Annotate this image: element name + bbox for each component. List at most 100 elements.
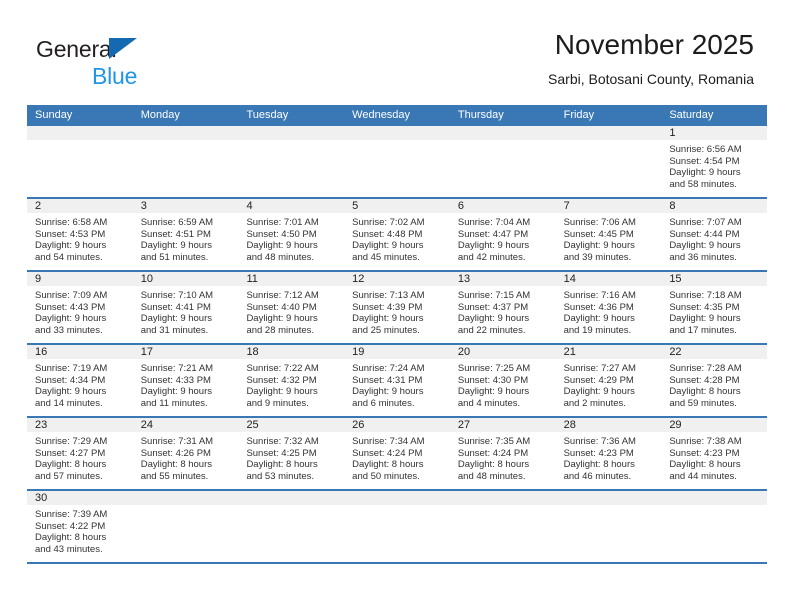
sunset-text: Sunset: 4:48 PM bbox=[352, 228, 423, 240]
page-title: November 2025 bbox=[554, 29, 754, 60]
daylight-text: and 58 minutes. bbox=[669, 178, 737, 190]
daylight-text: and 46 minutes. bbox=[563, 470, 632, 482]
daylight-text: and 22 minutes. bbox=[457, 324, 526, 336]
calendar-day-cell[interactable]: 8 Sunrise: 7:07 AM Sunset: 4:44 PM Daylight… bbox=[661, 199, 768, 270]
daylight-text: and 43 minutes. bbox=[35, 543, 103, 555]
calendar-day-cell-empty bbox=[555, 491, 662, 562]
sunset-text: Sunset: 4:25 PM bbox=[246, 447, 317, 459]
sunrise-text: Sunrise: 7:32 AM bbox=[246, 436, 319, 447]
calendar-day-cell[interactable]: 28 Sunrise: 7:36 AM Sunset: 4:23 PM Dayligh… bbox=[555, 418, 662, 489]
day-number: 25 bbox=[238, 418, 345, 433]
calendar-day-cell[interactable]: 27 Sunrise: 7:35 AM Sunset: 4:24 PM Dayligh… bbox=[449, 418, 556, 489]
calendar-day-cell[interactable]: 23 Sunrise: 7:29 AM Sunset: 4:27 PM Dayligh… bbox=[27, 418, 133, 489]
calendar-day-cell-empty bbox=[344, 126, 450, 197]
calendar-day-cell[interactable]: 18 Sunrise: 7:22 AM Sunset: 4:32 PM Dayligh… bbox=[238, 345, 345, 416]
day-number bbox=[449, 491, 556, 506]
daylight-text: and 48 minutes. bbox=[246, 251, 315, 263]
sunset-text: Sunset: 4:31 PM bbox=[352, 374, 423, 386]
calendar-day-cell[interactable]: 4 Sunrise: 7:01 AM Sunset: 4:50 PM Daylight… bbox=[238, 199, 345, 270]
sunset-text: Sunset: 4:22 PM bbox=[35, 520, 106, 532]
daylight-text: and 59 minutes. bbox=[669, 397, 737, 409]
calendar-day-cell[interactable]: 5 Sunrise: 7:02 AM Sunset: 4:48 PM Daylight… bbox=[344, 199, 450, 270]
daylight-text: and 54 minutes. bbox=[35, 251, 103, 263]
calendar-day-cell[interactable]: 12 Sunrise: 7:13 AM Sunset: 4:39 PM Dayligh… bbox=[344, 272, 450, 343]
calendar-day-cell[interactable]: 3 Sunrise: 6:59 AM Sunset: 4:51 PM Daylight… bbox=[132, 199, 239, 270]
day-sun-info bbox=[661, 506, 767, 509]
sunrise-text: Sunrise: 7:12 AM bbox=[246, 290, 319, 301]
page-header: General Blue November 2025 Sarbi, Botosa… bbox=[0, 0, 792, 104]
sunrise-text: Sunrise: 7:35 AM bbox=[457, 436, 531, 447]
daylight-text: Daylight: 9 hours bbox=[457, 240, 530, 252]
calendar-day-cell[interactable]: 17 Sunrise: 7:21 AM Sunset: 4:33 PM Dayligh… bbox=[132, 345, 239, 416]
calendar-day-cell[interactable]: 10 Sunrise: 7:10 AM Sunset: 4:41 PM Dayligh… bbox=[132, 272, 239, 343]
daylight-text: and 57 minutes. bbox=[35, 470, 103, 482]
daylight-text: Daylight: 9 hours bbox=[669, 240, 741, 252]
daylight-text: and 14 minutes. bbox=[35, 397, 103, 409]
calendar-day-cell-empty bbox=[238, 491, 345, 562]
calendar-day-cell[interactable]: 15 Sunrise: 7:18 AM Sunset: 4:35 PM Dayligh… bbox=[661, 272, 768, 343]
day-number bbox=[449, 126, 556, 141]
calendar-day-cell[interactable]: 9 Sunrise: 7:09 AM Sunset: 4:43 PM Daylight… bbox=[27, 272, 133, 343]
sunrise-text: Sunrise: 7:24 AM bbox=[352, 363, 425, 374]
calendar-day-cell[interactable]: 22 Sunrise: 7:28 AM Sunset: 4:28 PM Dayligh… bbox=[661, 345, 768, 416]
daylight-text: and 48 minutes. bbox=[457, 470, 526, 482]
day-sun-info bbox=[238, 141, 344, 144]
day-sun-info: Sunrise: 7:39 AM Sunset: 4:22 PM Daylight:… bbox=[27, 506, 133, 555]
sunrise-text: Sunrise: 7:06 AM bbox=[563, 217, 636, 228]
sunset-text: Sunset: 4:39 PM bbox=[352, 301, 423, 313]
daylight-text: Daylight: 9 hours bbox=[457, 386, 530, 398]
calendar-day-cell[interactable]: 25 Sunrise: 7:32 AM Sunset: 4:25 PM Dayligh… bbox=[238, 418, 345, 489]
sunset-text: Sunset: 4:51 PM bbox=[140, 228, 211, 240]
daylight-text: and 2 minutes. bbox=[563, 397, 626, 409]
logo-word-blue: Blue bbox=[92, 63, 138, 89]
calendar-day-cell[interactable]: 29 Sunrise: 7:38 AM Sunset: 4:23 PM Dayligh… bbox=[661, 418, 768, 489]
sunrise-text: Sunrise: 7:13 AM bbox=[352, 290, 425, 301]
calendar-day-cell[interactable]: 30 Sunrise: 7:39 AM Sunset: 4:22 PM Dayligh… bbox=[27, 491, 133, 562]
sunrise-text: Sunrise: 6:56 AM bbox=[669, 144, 742, 155]
calendar-week-row: 23 Sunrise: 7:29 AM Sunset: 4:27 PM Dayligh… bbox=[27, 416, 768, 489]
calendar-day-cell[interactable]: 16 Sunrise: 7:19 AM Sunset: 4:34 PM Dayligh… bbox=[27, 345, 133, 416]
calendar-day-cell[interactable]: 11 Sunrise: 7:12 AM Sunset: 4:40 PM Dayligh… bbox=[238, 272, 345, 343]
sunset-text: Sunset: 4:29 PM bbox=[563, 374, 634, 386]
calendar-day-cell[interactable]: 14 Sunrise: 7:16 AM Sunset: 4:36 PM Dayligh… bbox=[555, 272, 662, 343]
day-number: 7 bbox=[555, 199, 662, 214]
weekday-monday: Monday bbox=[140, 109, 180, 121]
sunset-text: Sunset: 4:28 PM bbox=[669, 374, 740, 386]
sunset-text: Sunset: 4:24 PM bbox=[457, 447, 529, 459]
sunrise-text: Sunrise: 7:28 AM bbox=[669, 363, 742, 374]
day-sun-info bbox=[133, 141, 239, 144]
calendar-day-cell[interactable]: 26 Sunrise: 7:34 AM Sunset: 4:24 PM Dayligh… bbox=[344, 418, 450, 489]
calendar-day-cell-empty bbox=[132, 126, 239, 197]
sunrise-text: Sunrise: 7:21 AM bbox=[140, 363, 214, 374]
daylight-text: and 55 minutes. bbox=[140, 470, 209, 482]
day-sun-info bbox=[344, 141, 450, 144]
calendar-page: General Blue November 2025 Sarbi, Botosa… bbox=[0, 0, 792, 612]
sunset-text: Sunset: 4:32 PM bbox=[246, 374, 317, 386]
sunset-text: Sunset: 4:26 PM bbox=[140, 447, 211, 459]
day-sun-info: Sunrise: 7:27 AM Sunset: 4:29 PM Daylight:… bbox=[556, 360, 662, 409]
day-sun-info: Sunrise: 6:58 AM Sunset: 4:53 PM Daylight:… bbox=[27, 214, 133, 263]
day-sun-info: Sunrise: 7:22 AM Sunset: 4:32 PM Daylight:… bbox=[238, 360, 344, 409]
calendar-day-cell[interactable]: 6 Sunrise: 7:04 AM Sunset: 4:47 PM Daylight… bbox=[449, 199, 556, 270]
sunrise-text: Sunrise: 7:22 AM bbox=[246, 363, 319, 374]
day-sun-info: Sunrise: 7:19 AM Sunset: 4:34 PM Daylight:… bbox=[27, 360, 133, 409]
calendar-day-cell[interactable]: 24 Sunrise: 7:31 AM Sunset: 4:26 PM Dayligh… bbox=[132, 418, 239, 489]
calendar-day-cell[interactable]: 20 Sunrise: 7:25 AM Sunset: 4:30 PM Dayligh… bbox=[449, 345, 556, 416]
day-sun-info: Sunrise: 7:25 AM Sunset: 4:30 PM Daylight:… bbox=[450, 360, 556, 409]
calendar-day-cell[interactable]: 2 Sunrise: 6:58 AM Sunset: 4:53 PM Daylight… bbox=[27, 199, 133, 270]
daylight-text: Daylight: 9 hours bbox=[246, 386, 318, 398]
calendar-day-cell[interactable]: 1 Sunrise: 6:56 AM Sunset: 4:54 PM Daylight… bbox=[661, 126, 768, 197]
title-block: November 2025 Sarbi, Botosani County, Ro… bbox=[548, 28, 754, 89]
calendar-day-cell[interactable]: 21 Sunrise: 7:27 AM Sunset: 4:29 PM Dayligh… bbox=[555, 345, 662, 416]
daylight-text: Daylight: 8 hours bbox=[352, 459, 424, 471]
calendar-day-cell[interactable]: 19 Sunrise: 7:24 AM Sunset: 4:31 PM Dayligh… bbox=[344, 345, 450, 416]
daylight-text: Daylight: 9 hours bbox=[457, 313, 530, 325]
general-blue-logo[interactable]: General Blue bbox=[36, 36, 226, 90]
sunset-text: Sunset: 4:43 PM bbox=[35, 301, 106, 313]
sunrise-text: Sunrise: 7:04 AM bbox=[457, 217, 531, 228]
calendar-day-cell[interactable]: 7 Sunrise: 7:06 AM Sunset: 4:45 PM Daylight… bbox=[555, 199, 662, 270]
day-number: 11 bbox=[238, 272, 345, 287]
day-sun-info: Sunrise: 7:07 AM Sunset: 4:44 PM Daylight:… bbox=[661, 214, 767, 263]
calendar-day-cell-empty bbox=[238, 126, 345, 197]
calendar-day-cell[interactable]: 13 Sunrise: 7:15 AM Sunset: 4:37 PM Dayligh… bbox=[449, 272, 556, 343]
